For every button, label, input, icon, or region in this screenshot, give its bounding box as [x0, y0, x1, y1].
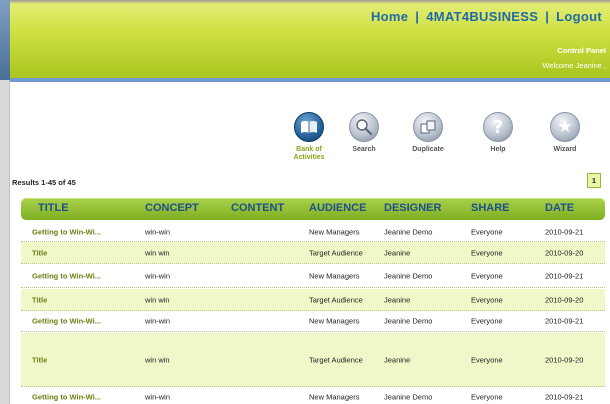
table-row[interactable]: Getting to Win-Wi... win-win New Manager… — [21, 222, 605, 242]
magnifier-icon[interactable] — [349, 112, 379, 142]
header-stripe — [10, 78, 610, 82]
tool-search[interactable]: Search — [334, 112, 394, 154]
nav-home-link[interactable]: Home — [371, 9, 408, 24]
row-date: 2010-09-21 — [545, 227, 584, 236]
tool-bank-of-activities[interactable]: Bank of Activities — [279, 112, 339, 162]
book-icon[interactable] — [294, 112, 324, 142]
tool-label-line: Bank of — [296, 146, 322, 153]
window-left-edge — [0, 0, 10, 404]
row-share: Everyone — [471, 355, 503, 364]
row-share: Everyone — [471, 392, 503, 402]
row-title-link[interactable]: Title — [32, 355, 47, 364]
row-designer: Jeanine Demo — [384, 227, 433, 236]
column-header-title[interactable]: TITLE — [38, 202, 69, 214]
column-header-concept[interactable]: CONCEPT — [145, 202, 199, 214]
nav-separator: | — [545, 9, 550, 24]
table-header: TITLE CONCEPT CONTENT AUDIENCE DESIGNER … — [21, 198, 605, 220]
row-audience: New Managers — [309, 271, 360, 280]
tool-label: Bank of Activities — [279, 146, 339, 162]
table-row[interactable]: Getting to Win-Wi... win-win New Manager… — [21, 264, 605, 288]
star-icon[interactable]: ★ — [550, 112, 580, 142]
duplicate-icon[interactable] — [413, 112, 443, 142]
column-header-date[interactable]: DATE — [545, 202, 574, 214]
tool-label: Help — [490, 146, 506, 153]
activities-table: TITLE CONCEPT CONTENT AUDIENCE DESIGNER … — [21, 198, 605, 402]
tool-label: Search — [352, 146, 376, 153]
tool-label-line: Activities — [293, 154, 325, 161]
row-concept: win-win — [145, 227, 171, 236]
row-date: 2010-09-20 — [545, 248, 584, 257]
table-row[interactable]: Getting to Win-Wi... win-win New Manager… — [21, 388, 605, 404]
results-count: Results 1-45 of 45 — [12, 178, 76, 187]
row-designer: Jeanine — [384, 295, 411, 304]
control-panel-link[interactable]: Control Panel — [557, 46, 606, 55]
column-header-designer[interactable]: DESIGNER — [384, 202, 441, 214]
table-row[interactable]: Title win win Target Audience Jeanine Ev… — [21, 289, 605, 311]
tool-label: Duplicate — [412, 146, 444, 153]
row-concept: win win — [145, 248, 170, 257]
row-share: Everyone — [471, 248, 503, 257]
row-date: 2010-09-21 — [545, 392, 584, 402]
row-share: Everyone — [471, 295, 503, 304]
row-concept: win win — [145, 295, 170, 304]
column-header-audience[interactable]: AUDIENCE — [309, 202, 366, 214]
row-designer: Jeanine Demo — [384, 392, 433, 402]
tool-duplicate[interactable]: Duplicate — [398, 112, 458, 154]
row-concept: win-win — [145, 392, 171, 402]
row-title-link[interactable]: Getting to Win-Wi... — [32, 227, 101, 236]
row-share: Everyone — [471, 227, 503, 236]
row-audience: New Managers — [309, 227, 360, 236]
row-designer: Jeanine Demo — [384, 271, 433, 280]
welcome-message: Welcome Jeanine , — [542, 61, 606, 70]
nav-logout-link[interactable]: Logout — [556, 9, 602, 24]
row-designer: Jeanine — [384, 355, 411, 364]
nav-4mat4business-link[interactable]: 4MAT4BUSINESS — [426, 9, 538, 24]
top-navigation: Home | 4MAT4BUSINESS | Logout — [371, 9, 602, 24]
row-audience: Target Audience — [309, 248, 363, 257]
row-date: 2010-09-20 — [545, 355, 584, 364]
row-title-link[interactable]: Title — [32, 248, 47, 257]
row-date: 2010-09-21 — [545, 271, 584, 280]
tool-help[interactable]: ? Help — [468, 112, 528, 154]
tool-label: Wizard — [553, 146, 577, 153]
row-share: Everyone — [471, 271, 503, 280]
row-title-link[interactable]: Getting to Win-Wi... — [32, 271, 101, 280]
row-audience: New Managers — [309, 392, 360, 402]
row-concept: win-win — [145, 316, 171, 326]
row-audience: New Managers — [309, 316, 360, 326]
window-left-edge-accent — [0, 0, 10, 80]
page-number-button[interactable]: 1 — [587, 173, 601, 188]
row-concept: win win — [145, 355, 170, 364]
activity-toolbar: Bank of Activities Search Duplicate ? He… — [279, 112, 610, 174]
table-row[interactable]: Title win win Target Audience Jeanine Ev… — [21, 333, 605, 387]
row-share: Everyone — [471, 316, 503, 326]
row-audience: Target Audience — [309, 355, 363, 364]
row-title-link[interactable]: Getting to Win-Wi... — [32, 317, 101, 326]
question-icon[interactable]: ? — [483, 112, 513, 142]
tool-wizard[interactable]: ★ Wizard — [535, 112, 595, 154]
row-designer: Jeanine — [384, 248, 411, 257]
row-designer: Jeanine Demo — [384, 316, 433, 326]
table-row[interactable]: Getting to Win-Wi... win-win New Manager… — [21, 311, 605, 332]
column-header-content[interactable]: CONTENT — [231, 202, 284, 214]
column-header-share[interactable]: SHARE — [471, 202, 510, 214]
row-title-link[interactable]: Title — [32, 295, 47, 304]
nav-separator: | — [415, 9, 420, 24]
header-shadow — [10, 0, 610, 4]
row-concept: win-win — [145, 271, 171, 280]
table-row[interactable]: Title win win Target Audience Jeanine Ev… — [21, 242, 605, 264]
row-date: 2010-09-20 — [545, 295, 584, 304]
row-title-link[interactable]: Getting to Win-Wi... — [32, 393, 101, 402]
row-audience: Target Audience — [309, 295, 363, 304]
row-date: 2010-09-21 — [545, 316, 584, 326]
